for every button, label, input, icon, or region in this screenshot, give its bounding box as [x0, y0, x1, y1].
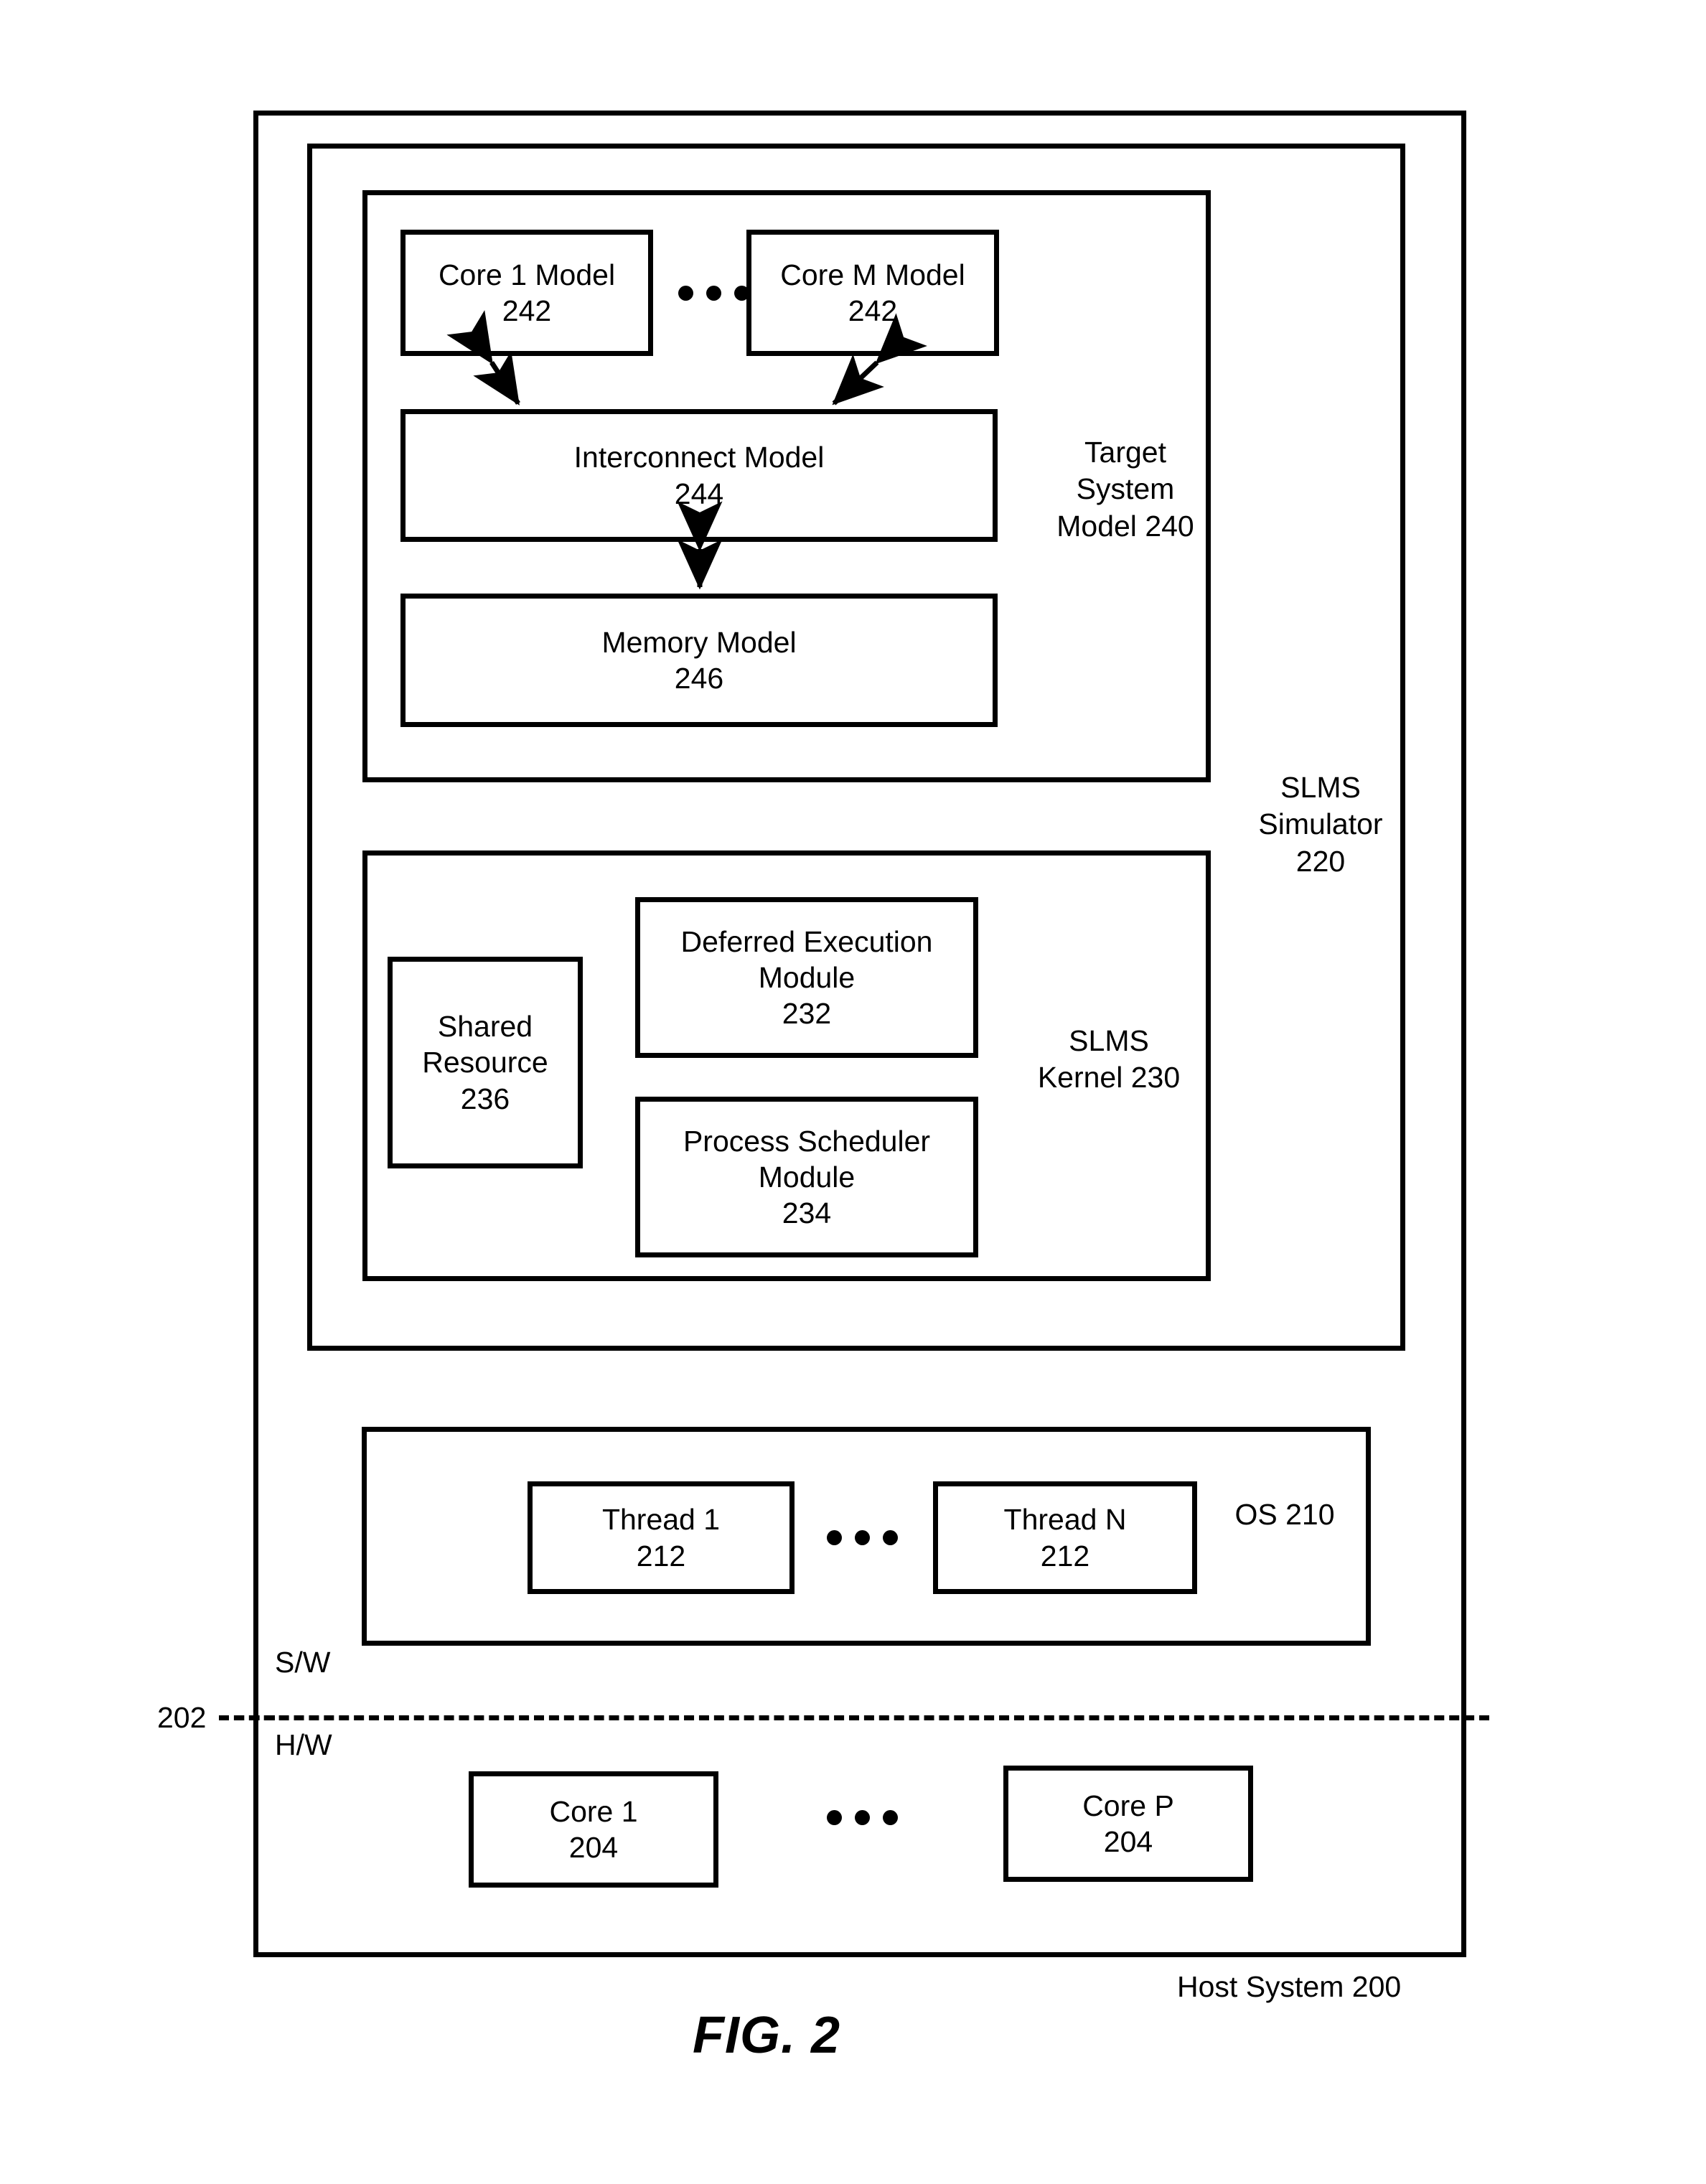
- core-p-title: Core P: [1082, 1789, 1174, 1822]
- process-scheduler-module-box: Process Scheduler Module 234: [635, 1097, 978, 1257]
- core-1-ref: 204: [568, 1831, 619, 1864]
- shared-resource-text: Shared Resource 236: [393, 962, 578, 1163]
- thread-n-box: Thread N 212: [933, 1481, 1197, 1594]
- process-scheduler-module-text: Process Scheduler Module 234: [640, 1102, 973, 1252]
- core-m-model-title: Core M Model: [780, 258, 965, 291]
- shared-resource-title-line1: Shared: [437, 1010, 533, 1044]
- thread-1-title: Thread 1: [601, 1503, 721, 1537]
- process-scheduler-module-title-line2: Module: [758, 1160, 856, 1194]
- slms-kernel-label-line1: SLMS: [1069, 1024, 1149, 1057]
- deferred-execution-module-title-line1: Deferred Execution: [680, 924, 933, 958]
- sw-hw-divider: [219, 1715, 1489, 1720]
- thread-n-title: Thread N: [1003, 1503, 1127, 1537]
- target-system-model-label: Target System Model 240: [1042, 434, 1209, 545]
- host-system-label: Host System 200: [1177, 1970, 1402, 2003]
- core-1-title: Core 1: [549, 1794, 638, 1828]
- interconnect-model-box: Interconnect Model 244: [400, 409, 998, 542]
- sw-label: S/W: [275, 1646, 331, 1679]
- core-1-model-title: Core 1 Model: [438, 258, 616, 291]
- memory-model-box: Memory Model 246: [400, 594, 998, 727]
- shared-resource-box: Shared Resource 236: [388, 957, 583, 1168]
- deferred-execution-module-ref: 232: [782, 997, 832, 1030]
- slms-kernel-label: SLMS Kernel 230: [1023, 1023, 1195, 1097]
- thread-n-text: Thread N 212: [938, 1486, 1192, 1589]
- core-p-text: Core P 204: [1008, 1771, 1248, 1877]
- interconnect-model-ref: 244: [674, 477, 724, 510]
- deferred-execution-module-box: Deferred Execution Module 232: [635, 897, 978, 1058]
- core-m-model-text: Core M Model 242: [751, 235, 994, 351]
- core-p-ref: 204: [1103, 1825, 1153, 1858]
- os-label-line1: OS: [1234, 1498, 1278, 1531]
- core-1-box: Core 1 204: [469, 1771, 718, 1888]
- shared-resource-ref: 236: [460, 1082, 510, 1115]
- target-system-model-label-line2: System: [1076, 472, 1175, 506]
- threads-ellipsis: [827, 1530, 898, 1545]
- process-scheduler-module-title-line1: Process Scheduler: [683, 1124, 931, 1158]
- deferred-execution-module-title-line2: Module: [758, 960, 856, 994]
- slms-simulator-label-line2: Simulator: [1258, 807, 1383, 841]
- core-m-model-ref: 242: [848, 294, 898, 327]
- slms-kernel-label-line2: Kernel: [1037, 1061, 1123, 1095]
- memory-model-text: Memory Model 246: [406, 599, 993, 722]
- core-1-model-ref: 242: [502, 294, 552, 327]
- patent-figure: SLMS Simulator 220 Target System Model 2…: [0, 0, 1706, 2184]
- interconnect-model-text: Interconnect Model 244: [406, 414, 993, 537]
- os-label-line2: 210: [1285, 1498, 1335, 1531]
- cores-ellipsis: [827, 1810, 898, 1825]
- thread-n-ref: 212: [1040, 1539, 1090, 1573]
- core-models-ellipsis: [678, 286, 749, 301]
- shared-resource-title-line2: Resource: [422, 1046, 548, 1079]
- target-system-model-label-line3: Model: [1056, 509, 1137, 543]
- core-m-model-box: Core M Model 242: [746, 230, 999, 356]
- interconnect-model-title: Interconnect Model: [573, 441, 825, 474]
- core-1-model-box: Core 1 Model 242: [400, 230, 653, 356]
- target-system-model-label-line1: Target: [1084, 436, 1166, 469]
- slms-simulator-label: SLMS Simulator 220: [1238, 769, 1403, 880]
- core-1-text: Core 1 204: [474, 1776, 713, 1883]
- slms-kernel-label-line3: 230: [1130, 1061, 1181, 1095]
- memory-model-ref: 246: [674, 662, 724, 695]
- thread-1-text: Thread 1 212: [533, 1486, 789, 1589]
- core-1-model-text: Core 1 Model 242: [406, 235, 648, 351]
- hw-label: H/W: [275, 1728, 332, 1761]
- thread-1-ref: 212: [636, 1539, 686, 1573]
- core-p-box: Core P 204: [1003, 1766, 1253, 1882]
- memory-model-title: Memory Model: [601, 625, 797, 659]
- thread-1-box: Thread 1 212: [528, 1481, 795, 1594]
- figure-caption: FIG. 2: [693, 2007, 841, 2064]
- os-label: OS 210: [1227, 1496, 1342, 1533]
- boundary-ref-number: 202: [157, 1701, 207, 1734]
- process-scheduler-module-ref: 234: [782, 1196, 832, 1229]
- target-system-model-label-line4: 240: [1145, 509, 1194, 543]
- deferred-execution-module-text: Deferred Execution Module 232: [640, 902, 973, 1053]
- slms-simulator-label-line1: SLMS: [1280, 771, 1361, 804]
- slms-simulator-label-line3: 220: [1295, 844, 1346, 878]
